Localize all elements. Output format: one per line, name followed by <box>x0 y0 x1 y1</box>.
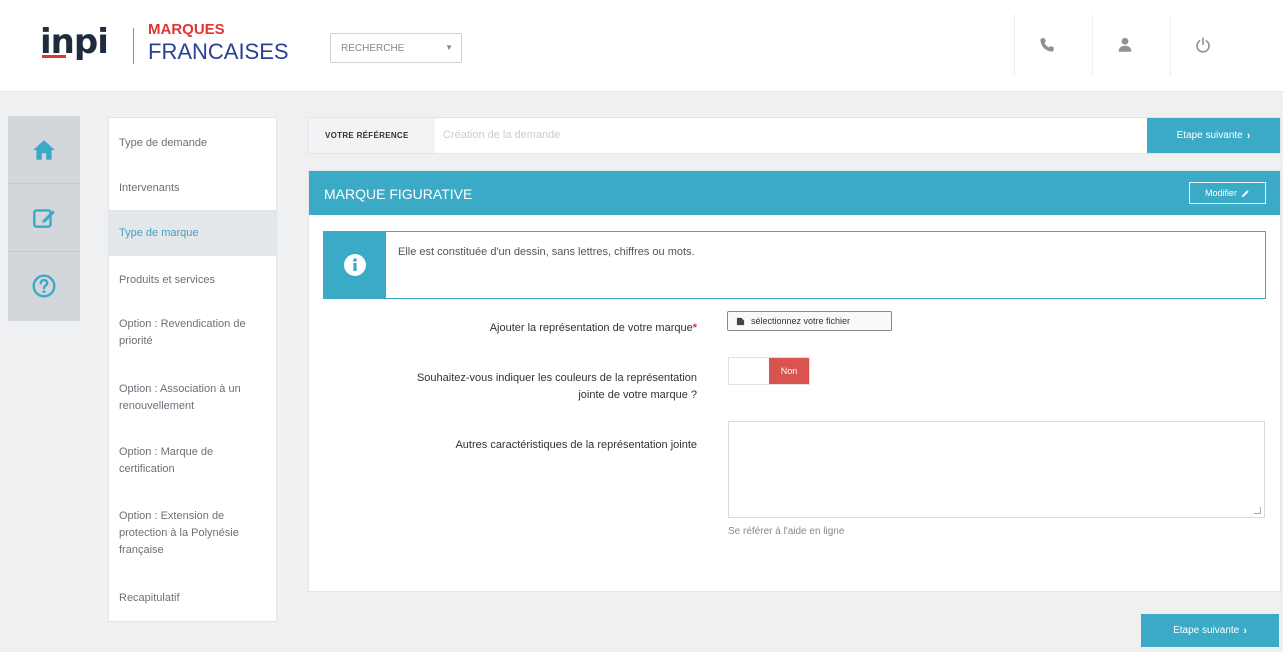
edit-nav-button[interactable] <box>8 184 80 252</box>
search-select-value: RECHERCHE <box>341 43 405 54</box>
home-icon <box>33 139 55 160</box>
representation-label: Ajouter la représentation de votre marqu… <box>490 320 697 337</box>
step-produits-services[interactable]: Produits et services <box>109 272 276 289</box>
file-icon <box>736 317 745 325</box>
select-file-label: sélectionnez votre fichier <box>751 316 851 326</box>
step-recapitulatif[interactable]: Recapitulatif <box>109 590 276 607</box>
logo-divider <box>133 28 134 64</box>
panel-header: MARQUE FIGURATIVE Modifier <box>309 171 1280 215</box>
colors-toggle[interactable]: Non <box>728 357 810 385</box>
colors-question-line1: Souhaitez-vous indiquer les couleurs de … <box>416 372 697 384</box>
step-type-marque[interactable]: Type de marque <box>109 210 276 256</box>
steps-nav: Type de demande Intervenants Type de mar… <box>108 117 277 622</box>
phone-icon <box>1039 38 1054 52</box>
other-characteristics-textarea[interactable] <box>728 421 1265 518</box>
panel-title: MARQUE FIGURATIVE <box>324 186 473 202</box>
online-help-text: Se référer à l'aide en ligne <box>728 526 845 537</box>
modify-label: Modifier <box>1204 188 1237 198</box>
question-circle-icon <box>32 274 56 298</box>
step-type-demande[interactable]: Type de demande <box>109 135 276 152</box>
pencil-icon <box>1241 189 1249 197</box>
next-step-label: Etape suivante <box>1173 625 1240 636</box>
select-file-button[interactable]: sélectionnez votre fichier <box>727 311 892 331</box>
required-asterisk: * <box>692 322 697 334</box>
top-header: inpi MARQUES FRANCAISES RECHERCHE ▼ <box>0 0 1283 92</box>
logout-button[interactable] <box>1170 14 1234 76</box>
edit-icon <box>33 208 55 228</box>
chevron-down-icon: ▼ <box>445 43 453 52</box>
modify-button[interactable]: Modifier <box>1189 182 1266 204</box>
toggle-value: Non <box>769 358 809 384</box>
user-button[interactable] <box>1092 14 1156 76</box>
next-step-button-top[interactable]: Etape suivante › <box>1147 118 1280 153</box>
user-icon <box>1118 37 1131 52</box>
step-option-priorite[interactable]: Option : Revendication de priorité <box>109 316 276 350</box>
marque-panel: MARQUE FIGURATIVE Modifier Elle est cons… <box>308 170 1281 592</box>
chevron-right-icon: › <box>1243 624 1247 637</box>
reference-input[interactable]: Création de la demande <box>443 129 560 141</box>
logo-marques: MARQUES <box>148 21 225 38</box>
resize-grip-icon[interactable] <box>1254 507 1261 514</box>
other-characteristics-label: Autres caractéristiques de la représenta… <box>455 439 697 451</box>
phone-button[interactable] <box>1014 14 1078 76</box>
colors-question-line2: jointe de votre marque ? <box>578 389 697 401</box>
reference-bar: VOTRE RÉFÉRENCE Création de la demande E… <box>308 117 1281 154</box>
next-step-label: Etape suivante <box>1176 130 1243 141</box>
logo-francaises: FRANCAISES <box>148 39 289 64</box>
info-icon-container <box>324 232 386 298</box>
power-icon <box>1195 37 1210 53</box>
step-intervenants[interactable]: Intervenants <box>109 180 276 197</box>
info-text: Elle est constituée d'un dessin, sans le… <box>398 246 695 258</box>
colors-question-label: Souhaitez-vous indiquer les couleurs de … <box>417 370 697 404</box>
next-step-button-bottom[interactable]: Etape suivante › <box>1141 614 1279 647</box>
info-icon <box>344 254 366 276</box>
reference-label: VOTRE RÉFÉRENCE <box>309 118 435 153</box>
step-option-polynesie[interactable]: Option : Extension de protection à la Po… <box>109 508 276 559</box>
chevron-right-icon: › <box>1246 129 1251 142</box>
home-nav-button[interactable] <box>8 116 80 184</box>
step-option-certification[interactable]: Option : Marque de certification <box>109 444 276 478</box>
help-nav-button[interactable] <box>8 252 80 320</box>
side-iconbar <box>8 116 80 321</box>
search-select[interactable]: RECHERCHE ▼ <box>330 33 462 63</box>
representation-label-text: Ajouter la représentation de votre marqu… <box>489 322 693 334</box>
info-box: Elle est constituée d'un dessin, sans le… <box>323 231 1266 299</box>
inpi-logo[interactable]: inpi <box>40 22 109 62</box>
step-option-renouvellement[interactable]: Option : Association à un renouvellement <box>109 381 276 415</box>
